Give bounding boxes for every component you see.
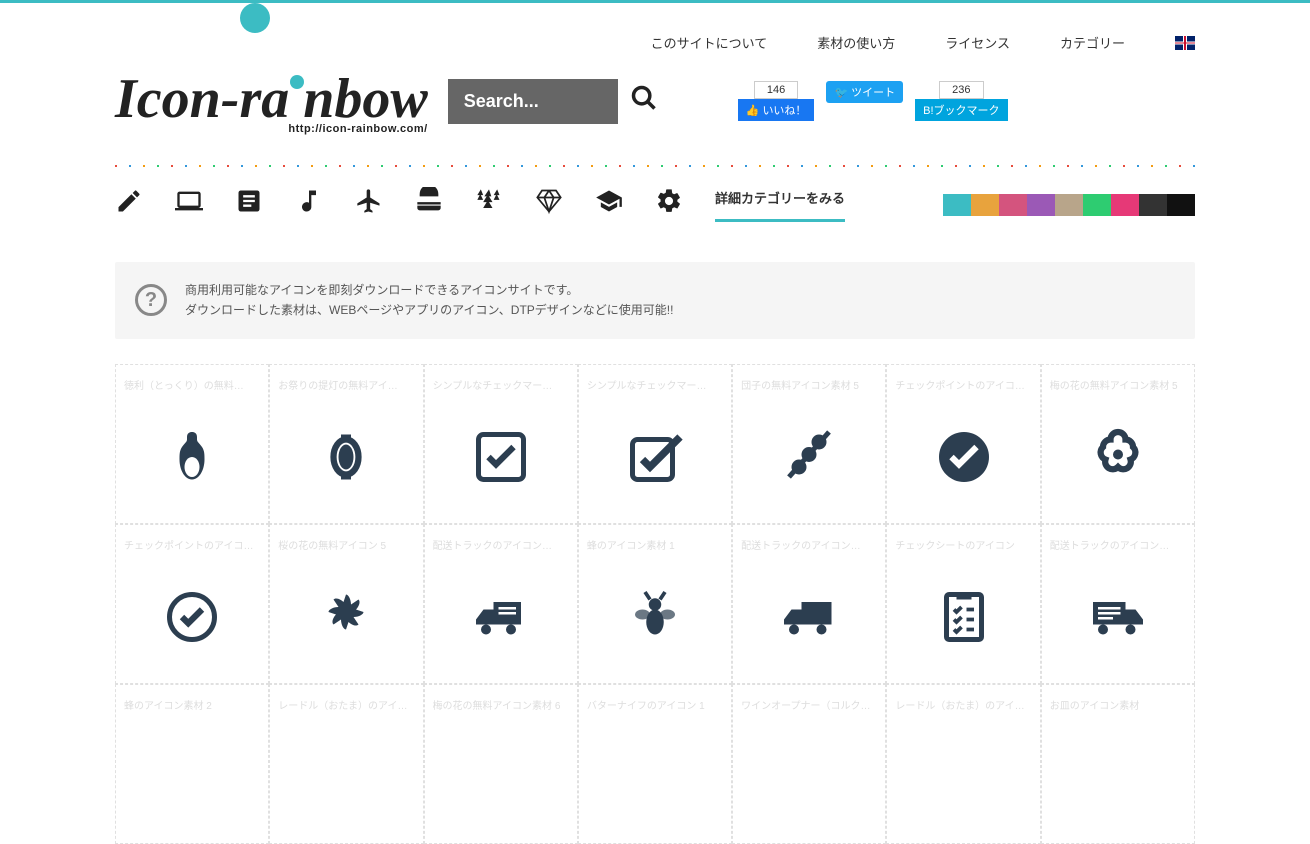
social-buttons: 146 👍 いいね！ 🐦 ツイート 236 B!ブックマーク	[738, 81, 1008, 121]
music-icon[interactable]	[295, 187, 323, 222]
icon-cell[interactable]: 配送トラックのアイコン…	[1041, 524, 1195, 684]
icon-cell[interactable]: 梅の花の無料アイコン素材 5	[1041, 364, 1195, 524]
icon-cell[interactable]: レードル（おたま）のアイ…	[886, 684, 1040, 844]
color-swatch[interactable]	[1111, 194, 1139, 216]
icon-cell[interactable]: チェックポイントのアイコ…	[886, 364, 1040, 524]
check-circle-icon	[162, 564, 222, 671]
icon-title: シンプルなチェックマー…	[433, 377, 569, 392]
info-line1: 商用利用可能なアイコンを即刻ダウンロードできるアイコンサイトです。	[185, 280, 673, 300]
icon-cell[interactable]: チェックポイントのアイコ…	[115, 524, 269, 684]
sakura-icon	[316, 564, 376, 671]
icon-title: バターナイフのアイコン 1	[587, 697, 723, 712]
bottle-icon	[162, 404, 222, 511]
help-icon: ?	[135, 284, 167, 316]
nav-license[interactable]: ライセンス	[945, 33, 1010, 52]
icon-title: お皿のアイコン素材	[1050, 697, 1186, 712]
language-flag-icon[interactable]	[1175, 36, 1195, 50]
facebook-like[interactable]: 146 👍 いいね！	[738, 81, 815, 121]
icon-title: シンプルなチェックマー…	[587, 377, 723, 392]
document-icon[interactable]	[235, 187, 263, 222]
truck2-icon	[779, 564, 839, 671]
trees-icon[interactable]	[475, 187, 503, 222]
icon-title: チェックポイントのアイコ…	[895, 377, 1031, 392]
color-palette	[943, 194, 1195, 216]
info-box: ? 商用利用可能なアイコンを即刻ダウンロードできるアイコンサイトです。 ダウンロ…	[115, 262, 1195, 339]
search-input[interactable]	[448, 79, 618, 124]
lantern-icon	[316, 404, 376, 511]
truck-icon	[471, 564, 531, 671]
nav-about[interactable]: このサイトについて	[651, 33, 768, 52]
icon-cell[interactable]: 配送トラックのアイコン…	[732, 524, 886, 684]
info-line2: ダウンロードした素材は、WEBページやアプリのアイコン、DTPデザインなどに使用…	[185, 300, 673, 320]
icon-cell[interactable]: 蜂のアイコン素材 1	[578, 524, 732, 684]
icon-title: 梅の花の無料アイコン素材 5	[1050, 377, 1186, 392]
icon-title: チェックシートのアイコン	[895, 537, 1031, 552]
search-icon[interactable]	[630, 84, 658, 119]
check-box2-icon	[625, 404, 685, 511]
icon-cell[interactable]: バターナイフのアイコン 1	[578, 684, 732, 844]
gear-icon[interactable]	[655, 187, 683, 222]
clipboard-icon	[934, 564, 994, 671]
laptop-icon[interactable]	[175, 187, 203, 222]
color-swatch[interactable]	[1027, 194, 1055, 216]
airplane-icon[interactable]	[355, 187, 383, 222]
nav-usage[interactable]: 素材の使い方	[817, 33, 895, 52]
header-nav: このサイトについて 素材の使い方 ライセンス カテゴリー	[115, 3, 1195, 67]
graduation-icon[interactable]	[595, 187, 623, 222]
icon-cell[interactable]: 配送トラックのアイコン…	[424, 524, 578, 684]
divider	[115, 165, 1195, 167]
color-swatch[interactable]	[1055, 194, 1083, 216]
category-nav: 詳細カテゴリーをみる	[115, 187, 1195, 232]
icon-grid: 徳利（とっくり）の無料… お祭りの提灯の無料アイ… シンプルなチェックマー… シンプル…	[115, 364, 1195, 844]
icon-cell[interactable]: 梅の花の無料アイコン素材 6	[424, 684, 578, 844]
icon-title: チェックポイントのアイコ…	[124, 537, 260, 552]
icon-title: 徳利（とっくり）の無料…	[124, 377, 260, 392]
color-swatch[interactable]	[1139, 194, 1167, 216]
dango-icon	[779, 404, 839, 511]
icon-cell[interactable]: お祭りの提灯の無料アイ…	[269, 364, 423, 524]
check-box-icon	[471, 404, 531, 511]
nav-category[interactable]: カテゴリー	[1060, 33, 1125, 52]
icon-cell[interactable]: ワインオープナー（コルク…	[732, 684, 886, 844]
truck3-icon	[1088, 564, 1148, 671]
icon-cell[interactable]: シンプルなチェックマー…	[424, 364, 578, 524]
color-swatch[interactable]	[971, 194, 999, 216]
icon-title: 配送トラックのアイコン…	[1050, 537, 1186, 552]
icon-cell[interactable]: お皿のアイコン素材	[1041, 684, 1195, 844]
check-circle-fill-icon	[934, 404, 994, 511]
icon-title: 配送トラックのアイコン…	[433, 537, 569, 552]
icon-cell[interactable]: チェックシートのアイコン	[886, 524, 1040, 684]
icon-title: レードル（おたま）のアイ…	[278, 697, 414, 712]
icon-title: レードル（おたま）のアイ…	[895, 697, 1031, 712]
icon-title: 蜂のアイコン素材 2	[124, 697, 260, 712]
icon-title: 配送トラックのアイコン…	[741, 537, 877, 552]
icon-cell[interactable]: レードル（おたま）のアイ…	[269, 684, 423, 844]
plum-icon	[1088, 404, 1148, 511]
category-detail-link[interactable]: 詳細カテゴリーをみる	[715, 188, 845, 222]
icon-cell[interactable]: 桜の花の無料アイコン 5	[269, 524, 423, 684]
color-swatch[interactable]	[1083, 194, 1111, 216]
icon-cell[interactable]: 団子の無料アイコン素材 5	[732, 364, 886, 524]
logo[interactable]: Icon-ranbow http://icon-rainbow.com/	[115, 67, 428, 135]
burger-icon[interactable]	[415, 187, 443, 222]
twitter-tweet[interactable]: 🐦 ツイート	[826, 81, 903, 103]
main-header: Icon-ranbow http://icon-rainbow.com/ 146…	[115, 67, 1195, 155]
color-swatch[interactable]	[1167, 194, 1195, 216]
icon-title: 桜の花の無料アイコン 5	[278, 537, 414, 552]
icon-title: 梅の花の無料アイコン素材 6	[433, 697, 569, 712]
hatena-bookmark[interactable]: 236 B!ブックマーク	[915, 81, 1007, 121]
icon-cell[interactable]: 蜂のアイコン素材 2	[115, 684, 269, 844]
icon-title: 蜂のアイコン素材 1	[587, 537, 723, 552]
icon-title: ワインオープナー（コルク…	[741, 697, 877, 712]
icon-title: お祭りの提灯の無料アイ…	[278, 377, 414, 392]
pencil-icon[interactable]	[115, 187, 143, 222]
bee-icon	[625, 564, 685, 671]
icon-title: 団子の無料アイコン素材 5	[741, 377, 877, 392]
color-swatch[interactable]	[943, 194, 971, 216]
icon-cell[interactable]: シンプルなチェックマー…	[578, 364, 732, 524]
diamond-icon[interactable]	[535, 187, 563, 222]
icon-cell[interactable]: 徳利（とっくり）の無料…	[115, 364, 269, 524]
color-swatch[interactable]	[999, 194, 1027, 216]
accent-dot	[240, 3, 270, 33]
